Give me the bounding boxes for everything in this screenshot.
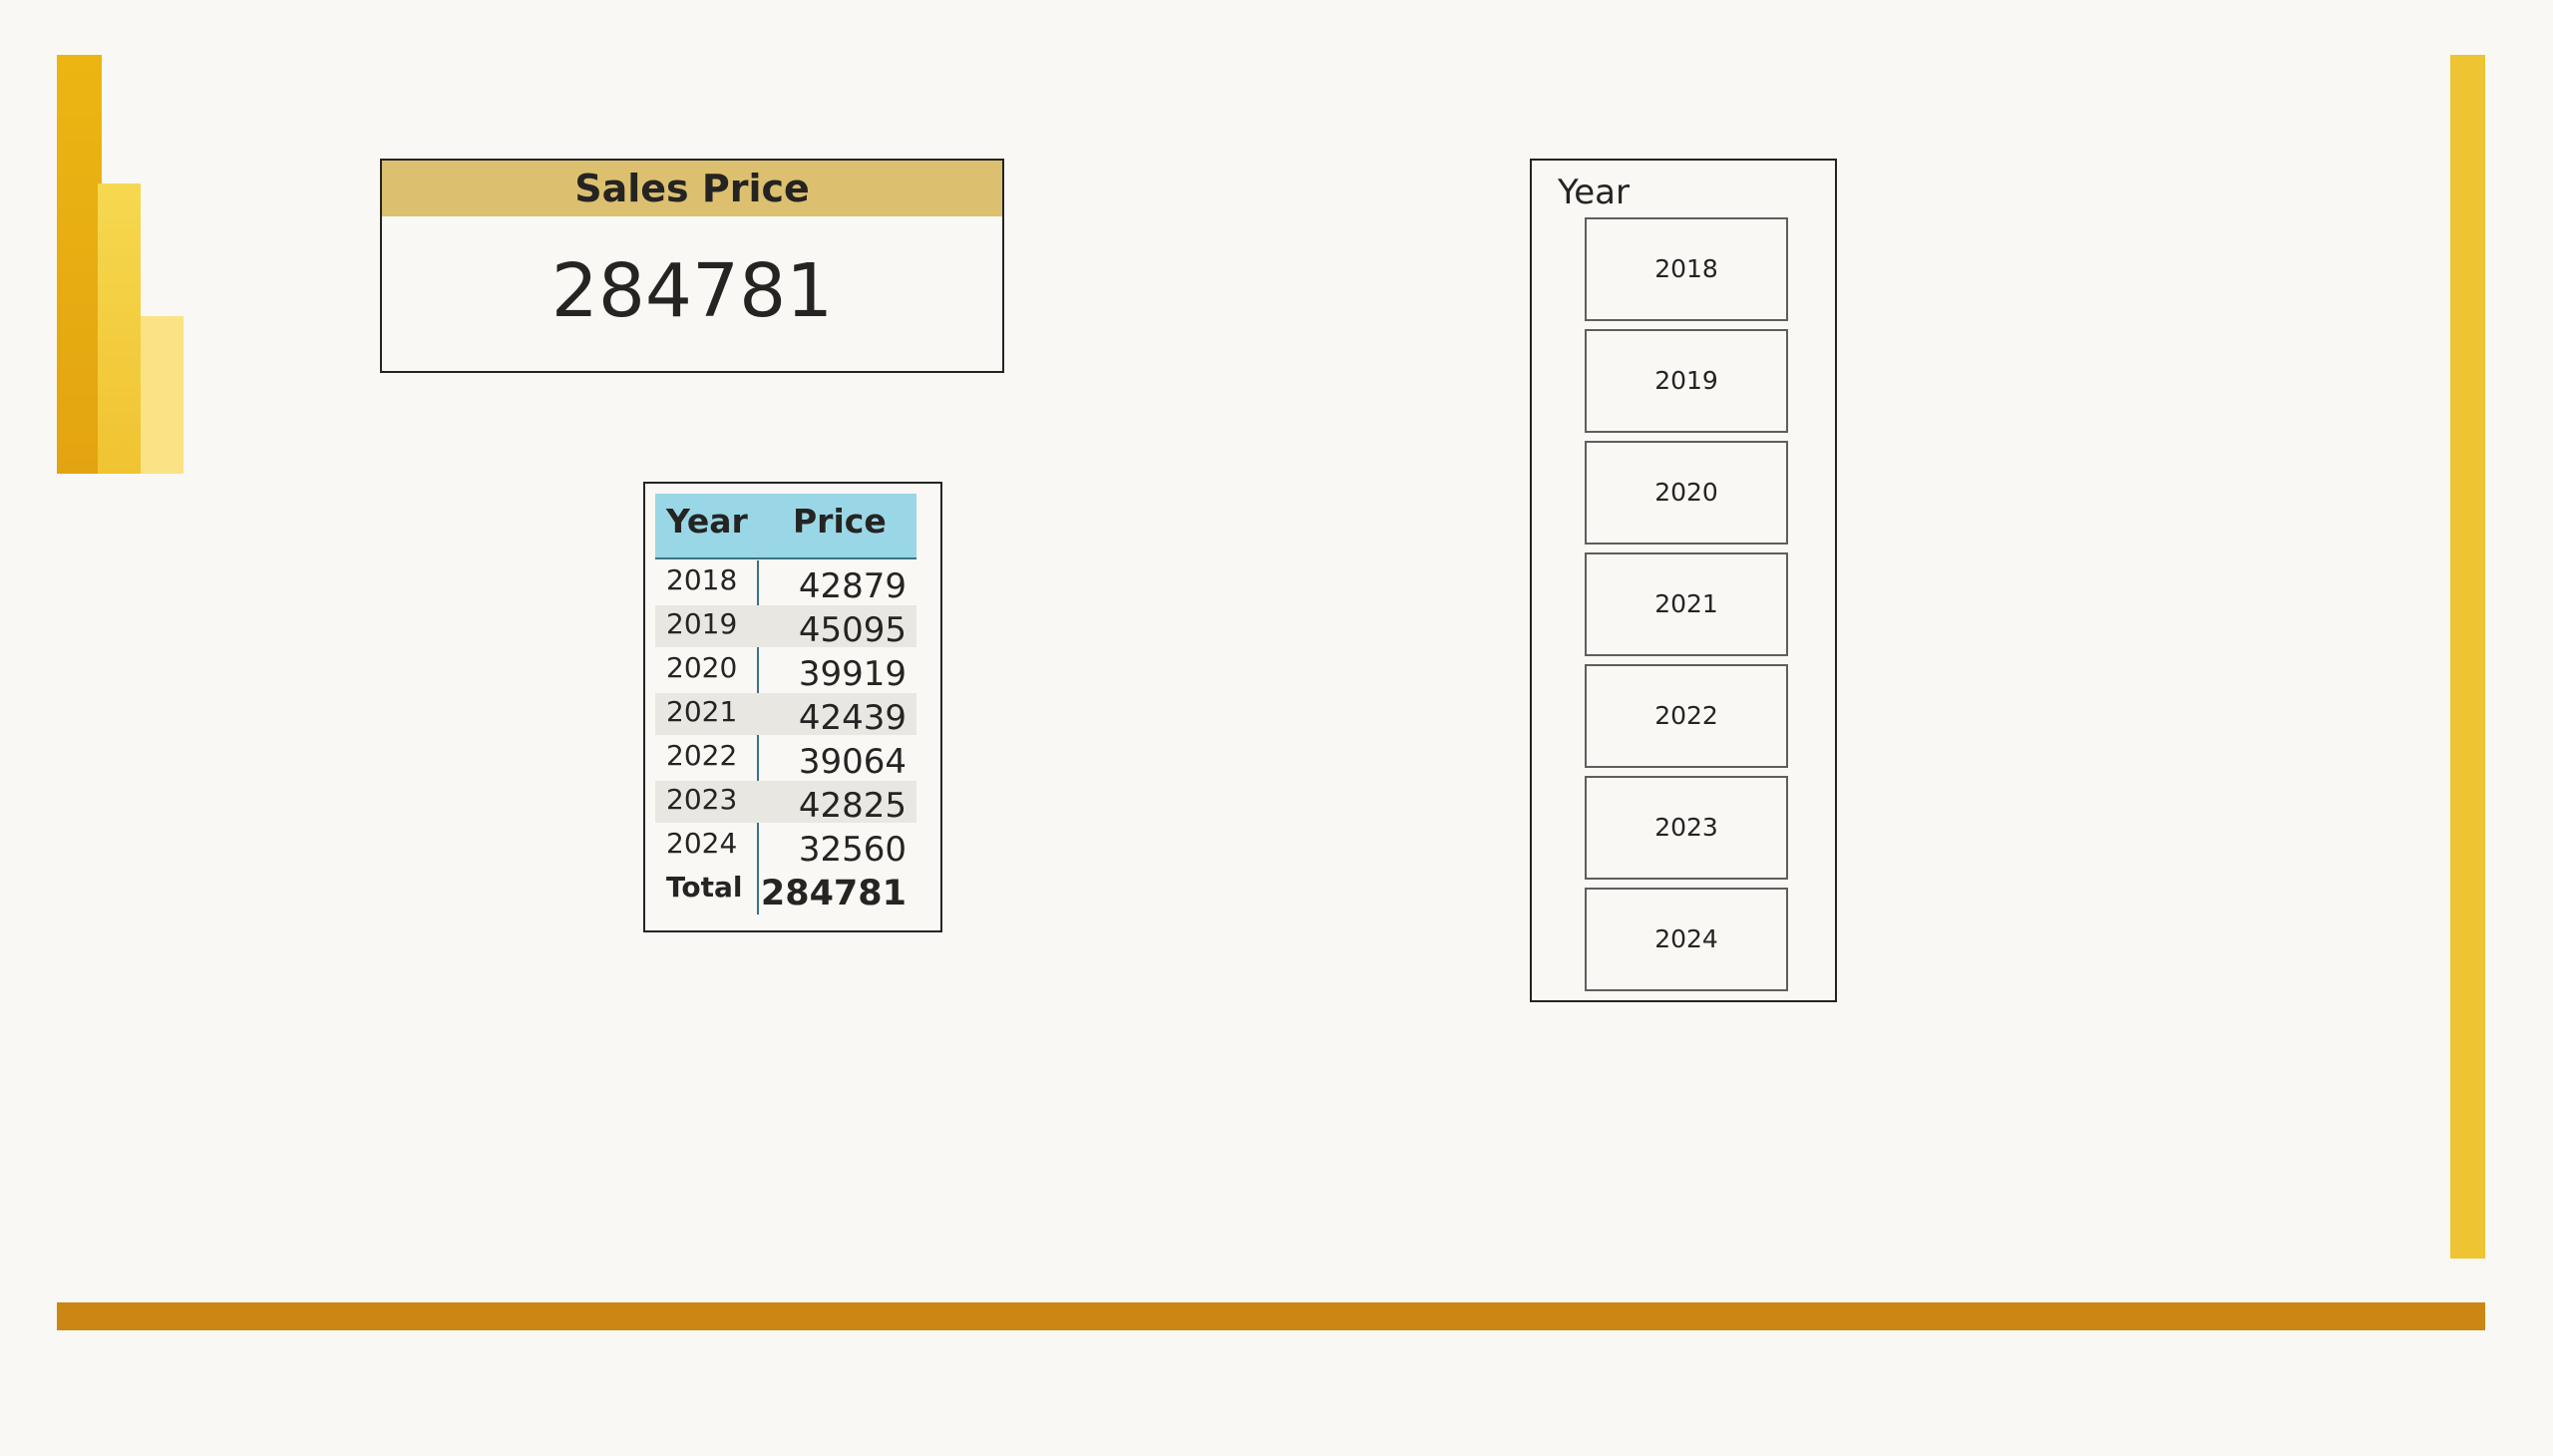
table-row[interactable]: 2019 45095 [655, 605, 916, 650]
table-row[interactable]: 2021 42439 [655, 693, 916, 738]
table-row[interactable]: 2024 32560 [655, 825, 916, 870]
slicer-item-2023[interactable]: 2023 [1585, 776, 1788, 880]
cell-year: 2021 [666, 695, 738, 728]
slicer-title: Year [1558, 173, 1630, 212]
cell-year: 2023 [666, 783, 738, 816]
column-header-price[interactable]: Price [793, 502, 887, 541]
card-value: 284781 [550, 248, 834, 334]
cell-year: 2019 [666, 607, 738, 640]
slicer-item-2018[interactable]: 2018 [1585, 217, 1788, 321]
cell-price: 42439 [798, 698, 907, 738]
total-value: 284781 [760, 874, 907, 913]
logo-bar-short [141, 316, 183, 474]
cell-price: 39919 [798, 654, 907, 694]
cell-year: 2020 [666, 651, 738, 684]
year-price-table[interactable]: Year Price 2018 42879 2019 45095 2020 39… [643, 482, 942, 932]
report-canvas: Sales Price 284781 Year Price 2018 42879… [0, 0, 2553, 1456]
cell-year: 2018 [666, 563, 738, 596]
table-row[interactable]: 2018 42879 [655, 561, 916, 606]
table-header: Year Price [655, 494, 916, 559]
cell-year: 2022 [666, 739, 738, 772]
power-bi-logo-icon [57, 55, 183, 474]
card-title: Sales Price [382, 161, 1002, 216]
cell-year: 2024 [666, 827, 738, 860]
year-slicer: Year 2018 2019 2020 2021 2022 2023 2024 [1530, 159, 1837, 1002]
table-row[interactable]: 2023 42825 [655, 781, 916, 826]
cell-price: 42879 [798, 566, 907, 606]
decorative-right-bar [2450, 55, 2485, 1259]
logo-bar-medium [98, 183, 141, 474]
total-label: Total [666, 871, 743, 904]
slicer-item-2024[interactable]: 2024 [1585, 888, 1788, 991]
sales-price-card[interactable]: Sales Price 284781 [380, 159, 1004, 373]
decorative-bottom-bar [57, 1302, 2485, 1330]
table-row[interactable]: 2022 39064 [655, 737, 916, 782]
table-row[interactable]: 2020 39919 [655, 649, 916, 694]
cell-price: 32560 [798, 830, 907, 870]
logo-bar-tall [57, 55, 102, 474]
cell-price: 39064 [798, 742, 907, 782]
slicer-item-2020[interactable]: 2020 [1585, 441, 1788, 545]
slicer-item-2022[interactable]: 2022 [1585, 664, 1788, 768]
cell-price: 45095 [798, 610, 907, 650]
cell-price: 42825 [798, 786, 907, 826]
slicer-item-2021[interactable]: 2021 [1585, 552, 1788, 656]
table-total-row: Total 284781 [655, 869, 916, 913]
column-header-year[interactable]: Year [666, 502, 748, 541]
slicer-item-2019[interactable]: 2019 [1585, 329, 1788, 433]
